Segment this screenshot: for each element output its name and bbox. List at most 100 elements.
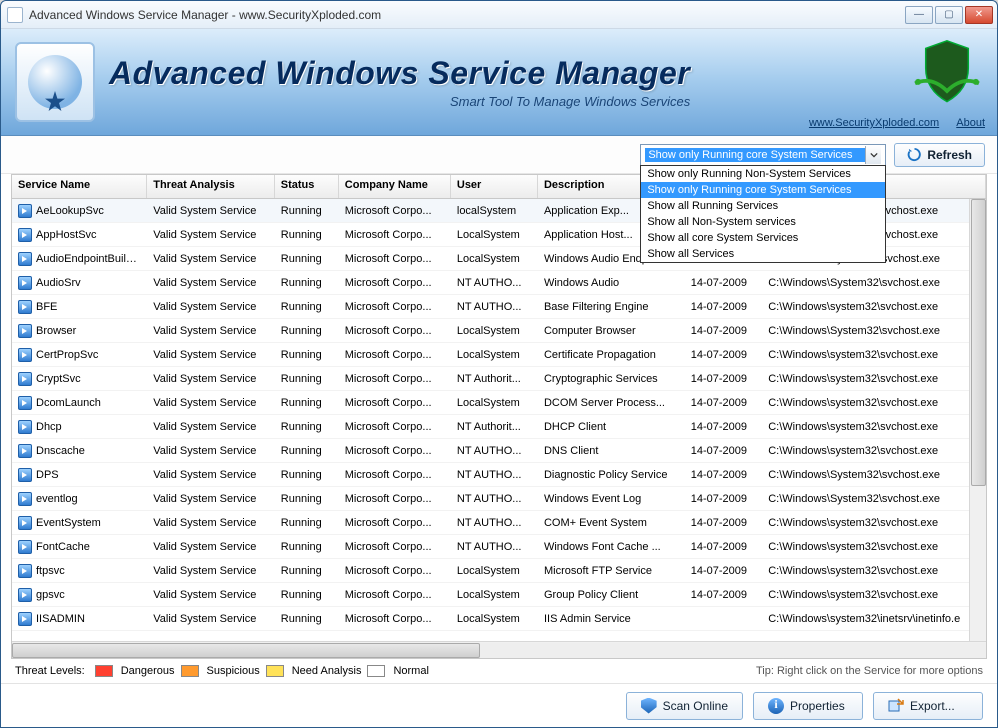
export-icon	[888, 698, 904, 714]
filter-select[interactable]: Show only Running core System Services	[640, 144, 886, 166]
service-icon	[18, 204, 32, 218]
legend-need: Need Analysis	[292, 665, 362, 677]
site-link[interactable]: www.SecurityXploded.com	[809, 117, 939, 129]
titlebar[interactable]: Advanced Windows Service Manager - www.S…	[1, 1, 997, 29]
cell-path: C:\Windows\system32\svchost.exe	[762, 586, 986, 604]
service-icon	[18, 396, 32, 410]
cell-service-name: Browser	[12, 321, 147, 341]
footer-buttons: Scan Online Properties Export...	[1, 683, 997, 727]
cell-date: 14-07-2009	[685, 562, 762, 580]
close-button[interactable]: ✕	[965, 6, 993, 24]
service-icon	[18, 612, 32, 626]
cell-user: NT AUTHO...	[451, 442, 538, 460]
column-header[interactable]: Company Name	[339, 175, 451, 198]
threat-legend: Threat Levels: Dangerous Suspicious Need…	[1, 659, 997, 683]
filter-dropdown[interactable]: Show only Running Non-System Services Sh…	[640, 165, 886, 263]
cell-company: Microsoft Corpo...	[339, 250, 451, 268]
table-row[interactable]: BrowserValid System ServiceRunningMicros…	[12, 319, 986, 343]
horizontal-scrollbar[interactable]	[12, 641, 986, 658]
refresh-button[interactable]: Refresh	[894, 143, 985, 167]
filter-option[interactable]: Show only Running core System Services	[641, 182, 885, 198]
cell-date: 14-07-2009	[685, 418, 762, 436]
cell-user: localSystem	[451, 202, 538, 220]
table-row[interactable]: EventSystemValid System ServiceRunningMi…	[12, 511, 986, 535]
cell-path: C:\Windows\system32\svchost.exe	[762, 418, 986, 436]
table-row[interactable]: DhcpValid System ServiceRunningMicrosoft…	[12, 415, 986, 439]
cell-threat: Valid System Service	[147, 490, 275, 508]
minimize-button[interactable]: —	[905, 6, 933, 24]
about-link[interactable]: About	[956, 117, 985, 129]
scan-online-label: Scan Online	[663, 699, 728, 713]
scroll-thumb[interactable]	[12, 643, 480, 658]
scan-online-button[interactable]: Scan Online	[626, 692, 743, 720]
app-favicon	[7, 7, 23, 23]
cell-description: COM+ Event System	[538, 514, 685, 532]
service-icon	[18, 348, 32, 362]
scroll-thumb[interactable]	[971, 199, 986, 486]
export-button[interactable]: Export...	[873, 692, 983, 720]
table-row[interactable]: AudioSrvValid System ServiceRunningMicro…	[12, 271, 986, 295]
cell-service-name: BFE	[12, 297, 147, 317]
column-header[interactable]: Status	[275, 175, 339, 198]
filter-option[interactable]: Show all core System Services	[641, 230, 885, 246]
swatch-dangerous	[95, 665, 113, 677]
cell-status: Running	[275, 346, 339, 364]
cell-threat: Valid System Service	[147, 322, 275, 340]
cell-status: Running	[275, 298, 339, 316]
cell-threat: Valid System Service	[147, 418, 275, 436]
table-body[interactable]: AeLookupSvcValid System ServiceRunningMi…	[12, 199, 986, 641]
table-row[interactable]: DcomLaunchValid System ServiceRunningMic…	[12, 391, 986, 415]
cell-status: Running	[275, 250, 339, 268]
service-icon	[18, 444, 32, 458]
cell-threat: Valid System Service	[147, 466, 275, 484]
table-row[interactable]: DnscacheValid System ServiceRunningMicro…	[12, 439, 986, 463]
cell-description: DHCP Client	[538, 418, 685, 436]
cell-status: Running	[275, 610, 339, 628]
filter-option[interactable]: Show all Non-System services	[641, 214, 885, 230]
cell-company: Microsoft Corpo...	[339, 274, 451, 292]
column-header[interactable]: Service Name	[12, 175, 147, 198]
vertical-scrollbar[interactable]	[969, 199, 986, 641]
swatch-need-analysis	[266, 665, 284, 677]
properties-button[interactable]: Properties	[753, 692, 863, 720]
column-header[interactable]: Threat Analysis	[147, 175, 275, 198]
cell-service-name: eventlog	[12, 489, 147, 509]
table-row[interactable]: IISADMINValid System ServiceRunningMicro…	[12, 607, 986, 631]
table-row[interactable]: FontCacheValid System ServiceRunningMicr…	[12, 535, 986, 559]
cell-user: LocalSystem	[451, 322, 538, 340]
filter-option[interactable]: Show all Services	[641, 246, 885, 262]
cell-company: Microsoft Corpo...	[339, 346, 451, 364]
table-row[interactable]: gpsvcValid System ServiceRunningMicrosof…	[12, 583, 986, 607]
cell-description: IIS Admin Service	[538, 610, 685, 628]
filter-option[interactable]: Show only Running Non-System Services	[641, 166, 885, 182]
cell-company: Microsoft Corpo...	[339, 202, 451, 220]
column-header[interactable]: User	[451, 175, 538, 198]
table-row[interactable]: CertPropSvcValid System ServiceRunningMi…	[12, 343, 986, 367]
filter-option[interactable]: Show all Running Services	[641, 198, 885, 214]
crest-icon	[909, 37, 985, 107]
cell-service-name: CertPropSvc	[12, 345, 147, 365]
cell-status: Running	[275, 442, 339, 460]
app-window: Advanced Windows Service Manager - www.S…	[0, 0, 998, 728]
service-icon	[18, 228, 32, 242]
service-icon	[18, 564, 32, 578]
table-row[interactable]: eventlogValid System ServiceRunningMicro…	[12, 487, 986, 511]
cell-status: Running	[275, 322, 339, 340]
cell-threat: Valid System Service	[147, 250, 275, 268]
cell-threat: Valid System Service	[147, 274, 275, 292]
table-row[interactable]: ftpsvcValid System ServiceRunningMicroso…	[12, 559, 986, 583]
app-title: Advanced Windows Service Manager	[109, 55, 690, 92]
cell-service-name: Dnscache	[12, 441, 147, 461]
table-row[interactable]: DPSValid System ServiceRunningMicrosoft …	[12, 463, 986, 487]
cell-user: LocalSystem	[451, 562, 538, 580]
cell-description: Group Policy Client	[538, 586, 685, 604]
service-icon	[18, 276, 32, 290]
chevron-down-icon[interactable]	[865, 146, 881, 164]
maximize-button[interactable]: ▢	[935, 6, 963, 24]
table-row[interactable]: CryptSvcValid System ServiceRunningMicro…	[12, 367, 986, 391]
cell-user: LocalSystem	[451, 226, 538, 244]
cell-service-name: AudioEndpointBuilder	[12, 249, 147, 269]
cell-threat: Valid System Service	[147, 562, 275, 580]
table-row[interactable]: BFEValid System ServiceRunningMicrosoft …	[12, 295, 986, 319]
cell-path: C:\Windows\System32\svchost.exe	[762, 274, 986, 292]
